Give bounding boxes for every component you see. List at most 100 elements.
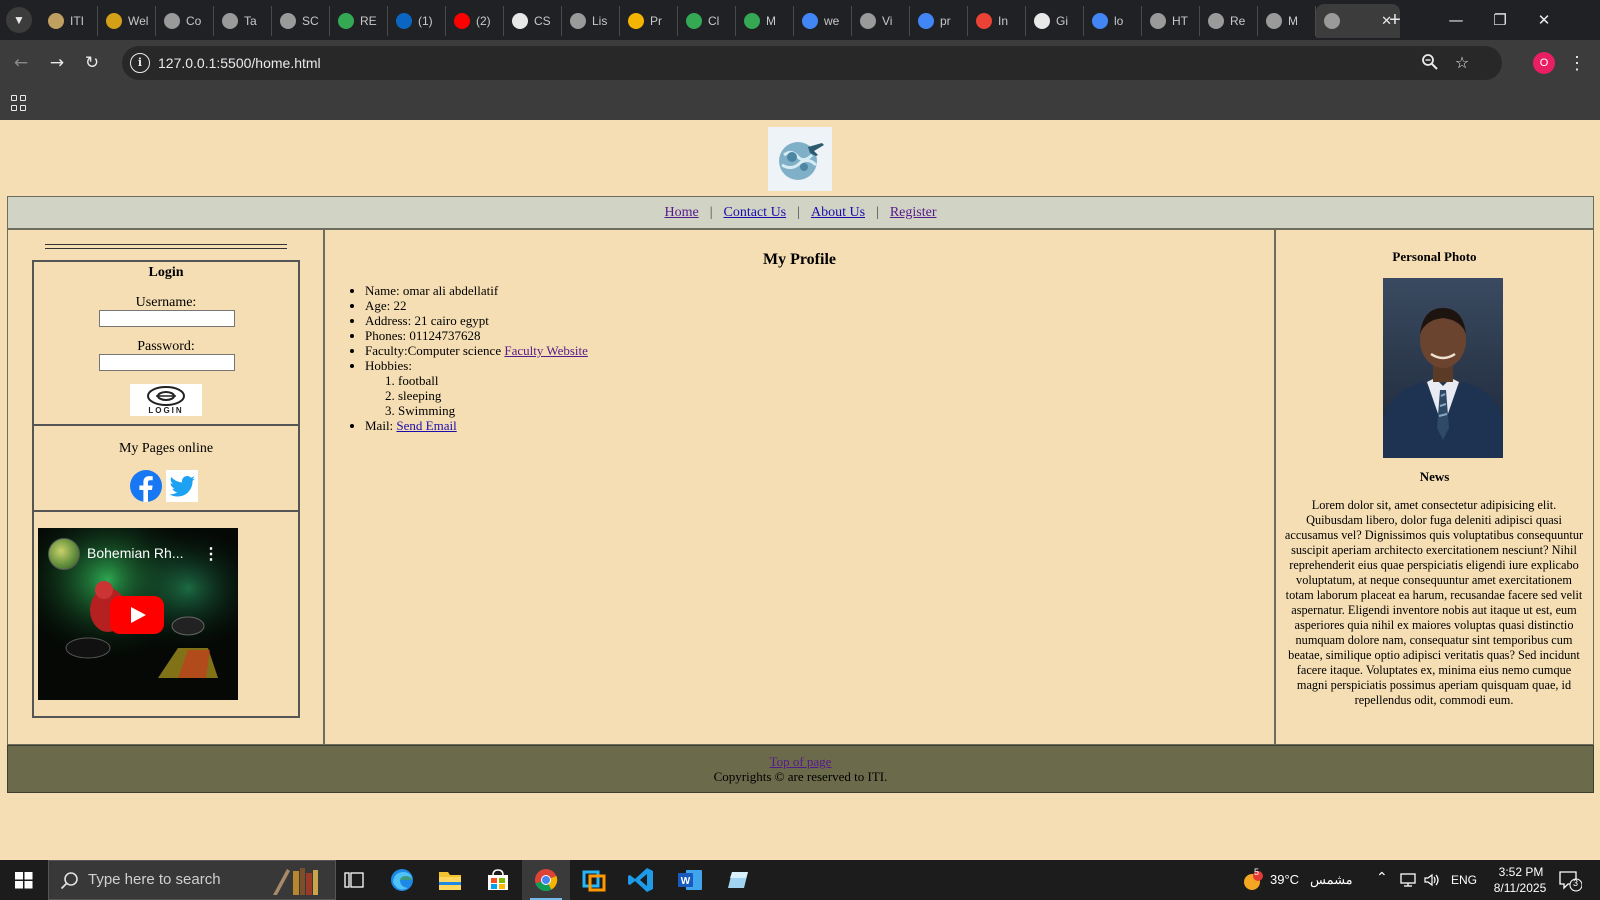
browser-tab[interactable]: M	[736, 6, 794, 36]
profile-avatar[interactable]: O	[1533, 52, 1555, 74]
file-explorer-icon[interactable]	[426, 860, 474, 900]
hobbies-label: Hobbies:	[365, 358, 412, 373]
browser-tab[interactable]: (1)	[388, 6, 446, 36]
browser-tab[interactable]: lo	[1084, 6, 1142, 36]
faculty-text: Faculty:Computer science	[365, 343, 502, 358]
globe-favicon-icon	[1208, 13, 1224, 29]
notification-center-icon[interactable]: 3	[1558, 870, 1583, 897]
restore-button[interactable]: ❐	[1480, 6, 1520, 34]
clock-time[interactable]: 3:52 PM	[1492, 865, 1550, 879]
browser-tab[interactable]: RE	[330, 6, 388, 36]
password-input[interactable]	[99, 354, 235, 371]
address-bar[interactable]: i 127.0.0.1:5500/home.html ☆	[122, 46, 1502, 80]
browser-tab[interactable]: Co	[156, 6, 214, 36]
browser-tab[interactable]: Lis	[562, 6, 620, 36]
microsoft-store-icon[interactable]	[474, 860, 522, 900]
site-navigation: Home | Contact Us | About Us | Register	[7, 196, 1594, 229]
tab-label: RE	[360, 14, 377, 28]
nav-separator: |	[797, 205, 800, 220]
reload-button[interactable]: ↻	[80, 51, 104, 75]
username-input[interactable]	[99, 310, 235, 327]
browser-tab[interactable]: CS	[504, 6, 562, 36]
twitter-icon[interactable]	[166, 470, 198, 502]
browser-tab[interactable]: Gi	[1026, 6, 1084, 36]
browser-tab[interactable]: HT	[1142, 6, 1200, 36]
windows-taskbar: Type here to search W 5 39°C مشمس ⌃ ENG …	[0, 860, 1600, 900]
forward-button[interactable]: →	[45, 51, 69, 75]
browser-tab[interactable]: ITI	[40, 6, 98, 36]
minimize-button[interactable]: —	[1436, 6, 1476, 34]
channel-avatar[interactable]	[48, 538, 80, 570]
video-title[interactable]: Bohemian Rh...	[87, 545, 184, 561]
profile-name: Name: omar ali abdellatif	[365, 283, 588, 298]
browser-tab[interactable]: Vi	[852, 6, 910, 36]
site-info-icon[interactable]: i	[130, 53, 150, 73]
iti-favicon-icon	[48, 13, 64, 29]
tab-label: In	[998, 14, 1009, 28]
weather-temperature[interactable]: 39°C	[1270, 872, 1299, 887]
login-button[interactable]: LOGIN	[130, 384, 202, 416]
page-viewport: Home | Contact Us | About Us | Register Login …	[0, 120, 1600, 860]
facebook-icon[interactable]	[130, 470, 162, 502]
chevron-up-icon[interactable]: ⌃	[1376, 870, 1388, 886]
url-text[interactable]: 127.0.0.1:5500/home.html	[158, 46, 321, 80]
windows-start-icon[interactable]	[0, 860, 48, 900]
bookmark-star-icon[interactable]: ☆	[1452, 53, 1472, 73]
browser-tab[interactable]: M	[1258, 6, 1316, 36]
app-icon-blue-orange[interactable]	[570, 860, 618, 900]
browser-tab[interactable]: Ta	[214, 6, 272, 36]
faculty-website-link[interactable]: Faculty Website	[504, 343, 588, 358]
browser-tab[interactable]: Re	[1200, 6, 1258, 36]
github-favicon-icon	[1034, 13, 1050, 29]
weather-icon[interactable]: 5	[1242, 867, 1264, 896]
video-more-icon[interactable]: ⋮	[203, 544, 219, 564]
send-email-link[interactable]: Send Email	[396, 418, 456, 433]
browser-tab[interactable]: (2)	[446, 6, 504, 36]
apps-grid-icon[interactable]	[11, 95, 27, 111]
pages-online-box: My Pages online	[32, 424, 300, 510]
browser-tab[interactable]: pr	[910, 6, 968, 36]
edge-icon[interactable]	[378, 860, 426, 900]
tab-label: SC	[302, 14, 319, 28]
browser-tab[interactable]: In	[968, 6, 1026, 36]
task-view-icon[interactable]	[330, 860, 378, 900]
browser-menu-icon[interactable]: ⋮	[1568, 51, 1586, 75]
video-box: Bohemian Rh... ⋮	[32, 510, 300, 718]
search-placeholder[interactable]: Type here to search	[88, 861, 221, 899]
nav-link-contact[interactable]: Contact Us	[724, 205, 787, 220]
volume-icon[interactable]	[1423, 872, 1441, 893]
zoom-icon[interactable]	[1420, 53, 1440, 73]
close-window-button[interactable]: ✕	[1524, 6, 1564, 34]
nav-link-about[interactable]: About Us	[811, 205, 865, 220]
search-highlight-icon[interactable]	[263, 865, 323, 900]
tab-search-button[interactable]: ▼	[6, 7, 32, 33]
browser-tab[interactable]: Cl	[678, 6, 736, 36]
network-icon[interactable]	[1399, 872, 1417, 893]
nav-link-register[interactable]: Register	[890, 205, 937, 220]
new-tab-button[interactable]: +	[1382, 7, 1408, 33]
youtube-embed[interactable]: Bohemian Rh... ⋮	[38, 528, 238, 700]
vscode-icon[interactable]	[618, 860, 666, 900]
language-indicator[interactable]: ENG	[1451, 873, 1477, 887]
top-of-page-link[interactable]: Top of page	[770, 754, 832, 769]
nav-link-home[interactable]: Home	[665, 205, 699, 220]
browser-tab[interactable]: SC	[272, 6, 330, 36]
tab-label: Vi	[882, 14, 893, 28]
browser-tab[interactable]: Pr	[620, 6, 678, 36]
weather-description[interactable]: مشمس	[1310, 872, 1353, 888]
tab-strip: ▼ ITI Wel Co Ta SC RE (1) (2) CS Lis Pr Cl Mwe Vi pr In…	[0, 0, 1600, 40]
play-button-icon[interactable]	[110, 596, 164, 639]
taskbar-search-box[interactable]: Type here to search	[48, 860, 336, 900]
profile-phones: Phones: 01124737628	[365, 328, 588, 343]
browser-tab[interactable]: we	[794, 6, 852, 36]
word-icon[interactable]: W	[666, 860, 714, 900]
chatgpt-favicon-icon	[222, 13, 238, 29]
clock-date[interactable]: 8/11/2025	[1488, 881, 1552, 895]
tab-label: Re	[1230, 14, 1246, 28]
chrome-icon[interactable]	[522, 860, 570, 900]
app-icon-light-blue[interactable]	[714, 860, 762, 900]
drive-favicon-icon	[686, 13, 702, 29]
browser-tab[interactable]: Wel	[98, 6, 156, 36]
back-button[interactable]: ←	[9, 51, 33, 75]
svg-text:W: W	[681, 876, 691, 887]
